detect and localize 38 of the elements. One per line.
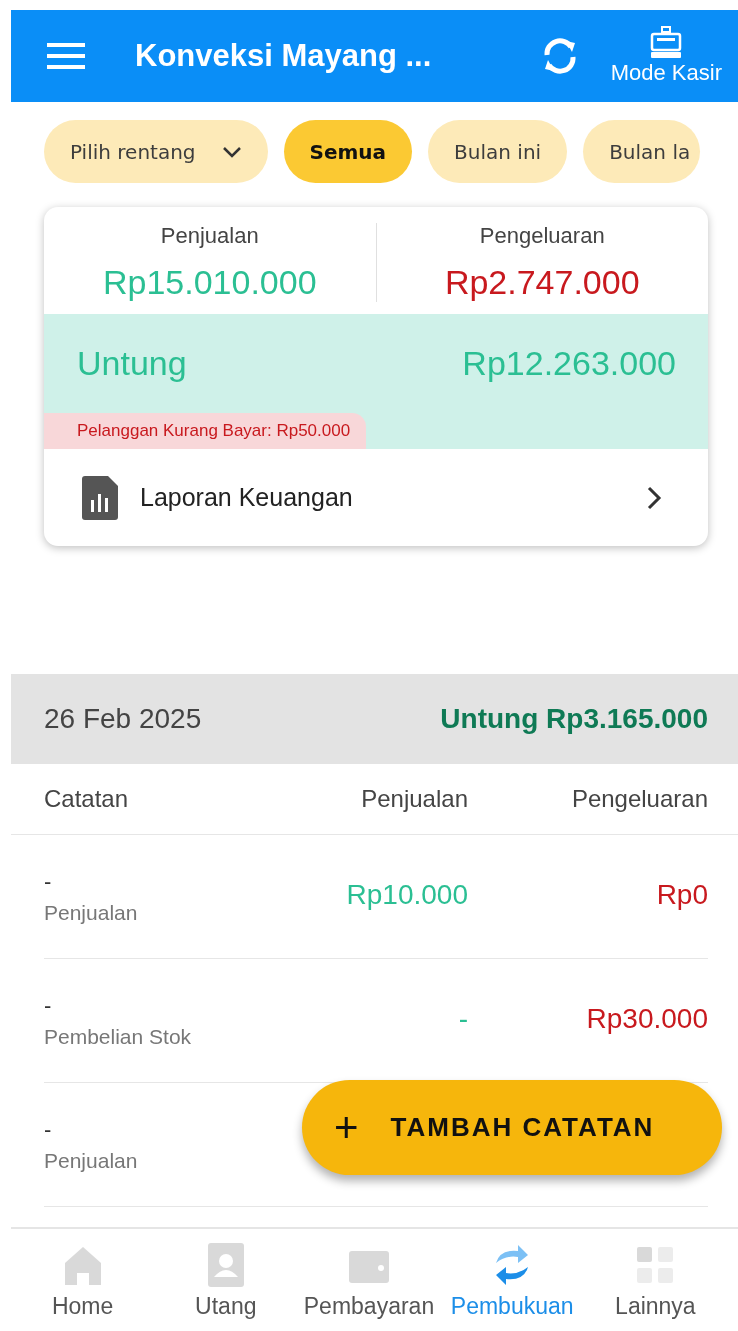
chevron-right-icon — [646, 484, 662, 511]
record-note: - — [44, 868, 53, 895]
nav-tab[interactable]: Home — [11, 1229, 155, 1331]
expense-amount: Rp30.000 — [585, 1003, 708, 1035]
column-header: Pengeluaran — [570, 785, 708, 813]
expense-amount: Rp0 — [655, 879, 708, 911]
profit-total: Rp12.263.000 — [462, 344, 676, 383]
record-note: - — [44, 992, 53, 1019]
underpaid-note: Pelanggan Kurang Bayar: Rp50.000 — [44, 413, 367, 449]
report-link[interactable]: Laporan Keuangan — [44, 449, 708, 546]
column-header: Penjualan — [360, 785, 468, 813]
nav-tab[interactable]: Utang — [154, 1229, 298, 1331]
report-document-icon — [82, 475, 118, 520]
cash-register-icon — [649, 26, 684, 60]
add-record-button[interactable]: + TAMBAH CATATAN — [302, 1080, 722, 1175]
day-profit: Untung Rp3.165.000 — [440, 703, 708, 735]
sales-amount: - — [457, 1003, 468, 1035]
sales-label: Penjualan — [160, 223, 259, 249]
menu-icon[interactable] — [47, 42, 85, 70]
app-title: Konveksi Mayang ... — [135, 38, 433, 74]
record-note: - — [44, 1116, 53, 1143]
sales-total: Rp15.010.000 — [102, 263, 317, 302]
filter-chip[interactable]: Semua — [283, 120, 413, 183]
nav-tab[interactable]: Lainnya — [583, 1229, 727, 1331]
expense-label: Pengeluaran — [479, 223, 605, 249]
filter-chip[interactable]: Bulan ini — [428, 120, 568, 183]
sales-amount: Rp10.000 — [345, 879, 468, 911]
record-category: Pembelian Stok — [44, 1024, 193, 1049]
column-header: Catatan — [44, 785, 130, 813]
filter-chip[interactable]: Bulan la — [583, 120, 701, 183]
expense-total: Rp2.747.000 — [444, 263, 640, 302]
nav-tab[interactable]: Pembayaran — [297, 1229, 441, 1331]
range-dropdown[interactable]: Pilih rentang — [44, 120, 268, 183]
record-category: Penjualan — [44, 900, 139, 925]
profit-label: Untung — [77, 344, 187, 383]
record-category: Penjualan — [44, 1148, 139, 1173]
chevron-down-icon — [221, 145, 242, 158]
day-date: 26 Feb 2025 — [44, 703, 202, 735]
